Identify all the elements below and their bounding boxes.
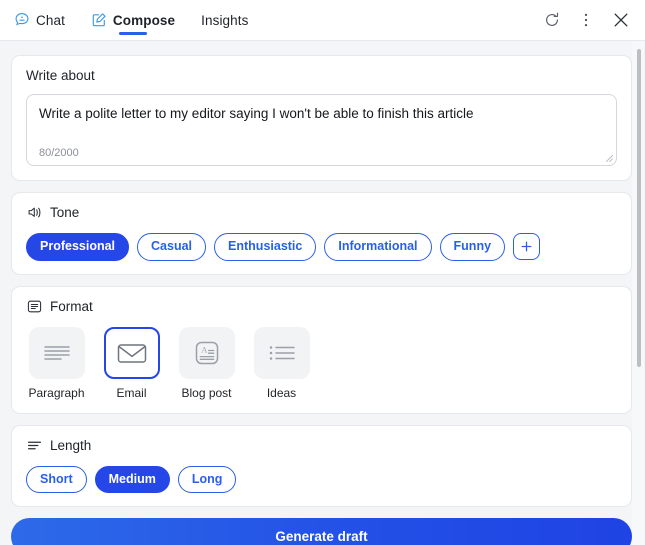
format-label-paragraph: Paragraph — [28, 386, 84, 400]
tab-compose[interactable]: Compose — [89, 0, 177, 40]
format-label-ideas: Ideas — [267, 386, 296, 400]
scrollbar-thumb[interactable] — [637, 49, 641, 367]
tab-chat[interactable]: Chat — [12, 0, 67, 40]
format-label-email: Email — [116, 386, 146, 400]
tone-speaker-icon — [26, 204, 43, 221]
tab-compose-label: Compose — [113, 13, 175, 28]
tone-chip-casual[interactable]: Casual — [137, 233, 206, 261]
refresh-icon[interactable] — [543, 11, 561, 29]
tone-title: Tone — [50, 205, 79, 220]
close-icon[interactable] — [611, 10, 631, 30]
length-lines-icon — [26, 437, 43, 454]
add-tone-button[interactable] — [513, 233, 540, 260]
format-tile-paragraph — [29, 327, 85, 379]
write-about-title: Write about — [26, 68, 617, 83]
format-tile-ideas — [254, 327, 310, 379]
paragraph-lines-icon — [42, 341, 72, 365]
length-options: Short Medium Long — [26, 466, 617, 494]
tab-insights-label: Insights — [201, 13, 248, 28]
format-option-paragraph[interactable]: Paragraph — [26, 327, 87, 400]
tone-card: Tone Professional Casual Enthusiastic In… — [11, 192, 632, 275]
tab-insights[interactable]: Insights — [199, 0, 250, 40]
format-title: Format — [50, 299, 93, 314]
svg-text:A: A — [201, 344, 208, 354]
format-tile-blog-post: A — [179, 327, 235, 379]
tab-active-underline — [119, 32, 147, 35]
write-about-card: Write about Write a polite letter to my … — [11, 55, 632, 181]
resize-handle-icon[interactable] — [604, 153, 613, 162]
more-options-icon[interactable] — [577, 11, 595, 29]
scrollbar-track[interactable] — [632, 41, 644, 545]
format-document-icon — [26, 298, 43, 315]
format-header: Format — [26, 298, 617, 315]
format-tile-email — [104, 327, 160, 379]
blog-post-icon: A — [193, 339, 221, 367]
format-label-blog-post: Blog post — [181, 386, 231, 400]
length-chip-long[interactable]: Long — [178, 466, 237, 494]
character-counter: 80/2000 — [39, 147, 79, 159]
length-header: Length — [26, 437, 617, 454]
format-option-ideas[interactable]: Ideas — [251, 327, 312, 400]
format-option-email[interactable]: Email — [101, 327, 162, 400]
window-actions — [543, 10, 631, 30]
write-about-input[interactable]: Write a polite letter to my editor sayin… — [26, 94, 617, 166]
tone-chip-funny[interactable]: Funny — [440, 233, 506, 261]
format-option-blog-post[interactable]: A Blog post — [176, 327, 237, 400]
format-options: Paragraph Email A — [26, 327, 617, 400]
length-chip-medium[interactable]: Medium — [95, 466, 170, 494]
tab-chat-label: Chat — [36, 13, 65, 28]
write-about-value: Write a polite letter to my editor sayin… — [39, 105, 604, 123]
generate-draft-button[interactable]: Generate draft — [11, 518, 632, 545]
top-tab-bar: Chat Compose Insights — [0, 0, 645, 41]
tone-chip-informational[interactable]: Informational — [324, 233, 431, 261]
length-card: Length Short Medium Long — [11, 425, 632, 508]
compose-pencil-icon — [91, 12, 107, 28]
plus-icon — [520, 240, 533, 253]
tone-chip-enthusiastic[interactable]: Enthusiastic — [214, 233, 316, 261]
tone-options: Professional Casual Enthusiastic Informa… — [26, 233, 617, 261]
length-title: Length — [50, 438, 91, 453]
length-chip-short[interactable]: Short — [26, 466, 87, 494]
chat-bubble-icon — [14, 12, 30, 28]
tab-list: Chat Compose Insights — [12, 0, 250, 40]
bullet-list-icon — [267, 341, 297, 365]
format-card: Format Paragraph Email — [11, 286, 632, 414]
tone-header: Tone — [26, 204, 617, 221]
envelope-icon — [116, 341, 148, 365]
tone-chip-professional[interactable]: Professional — [26, 233, 129, 261]
compose-scroll-area: Write about Write a polite letter to my … — [0, 41, 645, 545]
